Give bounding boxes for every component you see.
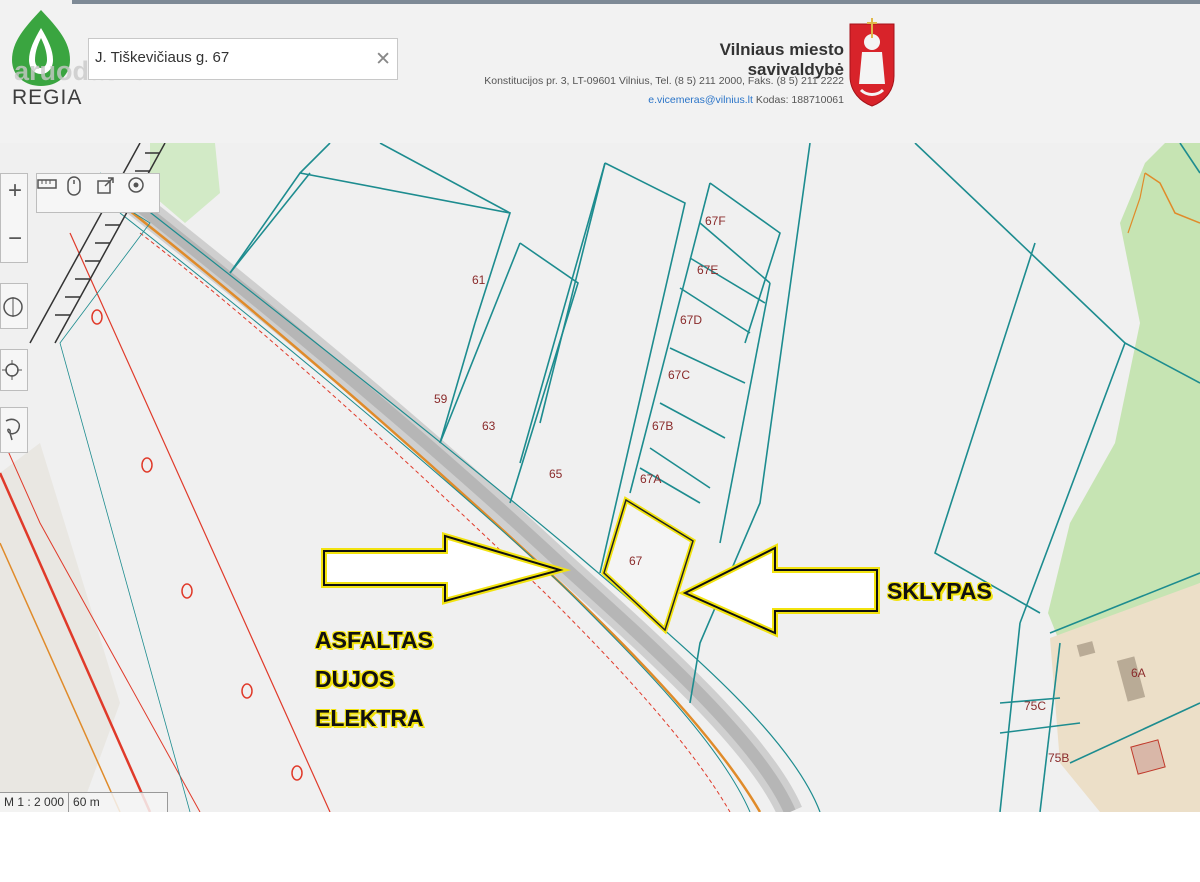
parcel-label: 59 <box>434 392 448 406</box>
parcel-label: 6A <box>1131 666 1146 680</box>
parcel-label: 67C <box>668 368 690 382</box>
municipality-contact: e.vicemeras@vilnius.lt Kodas: 188710061 <box>560 94 844 106</box>
municipality-name: Vilniaus miesto savivaldybė <box>719 40 844 79</box>
vilnius-crest-icon <box>849 18 895 107</box>
municipality-address: Konstitucijos pr. 3, LT-09601 Vilnius, T… <box>484 75 844 87</box>
parcel-label: 65 <box>549 467 563 481</box>
parcel-label: 67D <box>680 313 702 327</box>
zoom-control: + − <box>0 173 28 263</box>
cadastral-map[interactable]: 61 59 63 65 67F 67E 67D 67C 67B 67A 67 7… <box>0 143 1200 812</box>
parcel-label: 61 <box>472 273 486 287</box>
search-input[interactable] <box>95 49 365 66</box>
map-canvas[interactable]: 61 59 63 65 67F 67E 67D 67C 67B 67A 67 7… <box>0 143 1200 812</box>
parcel-label: 67B <box>652 419 673 433</box>
locate-button[interactable] <box>0 349 28 391</box>
scale-bar: 60 m <box>68 793 167 812</box>
parcel-label: 67A <box>640 472 661 486</box>
zoom-in-button[interactable]: + <box>0 174 32 208</box>
map-scale: M 1 : 2 000 60 m <box>0 792 169 812</box>
compass-button[interactable] <box>0 283 28 329</box>
parcel-label: 75C <box>1024 699 1046 713</box>
municipality-email[interactable]: e.vicemeras@vilnius.lt <box>648 94 753 106</box>
parcel-label: 67 <box>629 554 643 568</box>
annotation-asphalt: ASFALTAS <box>315 627 433 653</box>
lasso-icon <box>5 418 21 441</box>
locate-icon <box>2 360 22 380</box>
municipality-code: Kodas: 188710061 <box>755 94 844 106</box>
annotation-gas: DUJOS <box>315 666 395 692</box>
annotation-parcel: SKLYPAS <box>887 578 992 604</box>
zoom-out-button[interactable]: − <box>0 222 32 256</box>
parcel-label: 63 <box>482 419 496 433</box>
footer-blank <box>0 812 1200 882</box>
target-icon[interactable] <box>127 176 161 210</box>
parcel-label: 67E <box>697 263 718 277</box>
lasso-button[interactable] <box>0 407 28 453</box>
brand-name: REGIA <box>12 86 83 109</box>
address-search[interactable]: ✕ <box>88 38 398 80</box>
parcel-label: 75B <box>1048 751 1069 765</box>
scale-ratio: M 1 : 2 000 <box>4 795 65 809</box>
annotation-electricity: ELEKTRA <box>315 705 424 731</box>
mouse-icon[interactable] <box>67 176 101 210</box>
close-icon[interactable]: ✕ <box>375 48 391 71</box>
annotation-utilities: ASFALTAS DUJOS ELEKTRA <box>315 621 433 738</box>
parcel-label: 67F <box>705 214 726 228</box>
share-icon[interactable] <box>97 176 131 210</box>
tool-bar <box>36 173 160 213</box>
compass-icon <box>3 297 23 317</box>
header-bar: aruodas.lt REGIA ✕ Vilniaus miesto saviv… <box>0 0 1200 144</box>
top-divider <box>72 0 1200 4</box>
measure-icon[interactable] <box>37 176 71 210</box>
